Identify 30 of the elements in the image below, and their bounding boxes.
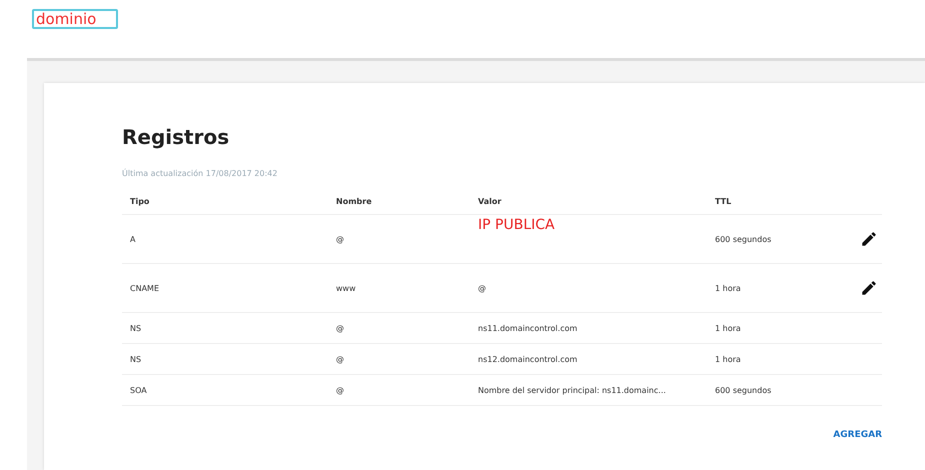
column-header: Nombre <box>335 196 373 206</box>
table-cell: @ <box>478 284 486 292</box>
domain-annotation: dominio <box>32 9 118 29</box>
table-cell-text: @ <box>335 354 345 364</box>
column-header: Tipo <box>129 196 150 206</box>
table-cell: ns12.domaincontrol.com <box>478 354 578 364</box>
table-cell-text: 1 hora <box>714 284 742 292</box>
table-cell-text: 600 segundos <box>714 234 772 244</box>
column-header: Valor <box>477 196 502 206</box>
column-header: TTL <box>714 196 732 206</box>
table-cell-text: @ <box>335 386 345 394</box>
table-cell-text: NS <box>129 354 142 364</box>
ip-annotation: IP PUBLICA <box>478 217 555 233</box>
table-cell-text: SOA <box>129 386 148 394</box>
table-cell-text: NS <box>129 324 142 332</box>
table-cell-text: CNAME <box>129 284 160 292</box>
add-button[interactable]: AGREGAR <box>833 430 882 440</box>
table-cell-text: 600 segundos <box>714 386 772 394</box>
table-cell-text: A <box>129 234 136 244</box>
pencil-icon[interactable] <box>860 279 878 297</box>
table-cell-text: 1 hora <box>714 324 742 332</box>
table-cell-text: @ <box>335 324 345 332</box>
table-cell-text: @ <box>335 234 345 244</box>
table-cell-text: www <box>335 284 357 292</box>
table-cell: Nombre del servidor principal: ns11.domainc... <box>478 386 666 394</box>
pencil-icon[interactable] <box>860 230 878 248</box>
last-updated-text: Última actualización 17/08/2017 20:42 <box>122 169 278 178</box>
table-cell: ns11.domaincontrol.com <box>478 324 578 332</box>
card-title: Registros <box>122 125 230 149</box>
table-cell-text: 1 hora <box>714 354 742 364</box>
